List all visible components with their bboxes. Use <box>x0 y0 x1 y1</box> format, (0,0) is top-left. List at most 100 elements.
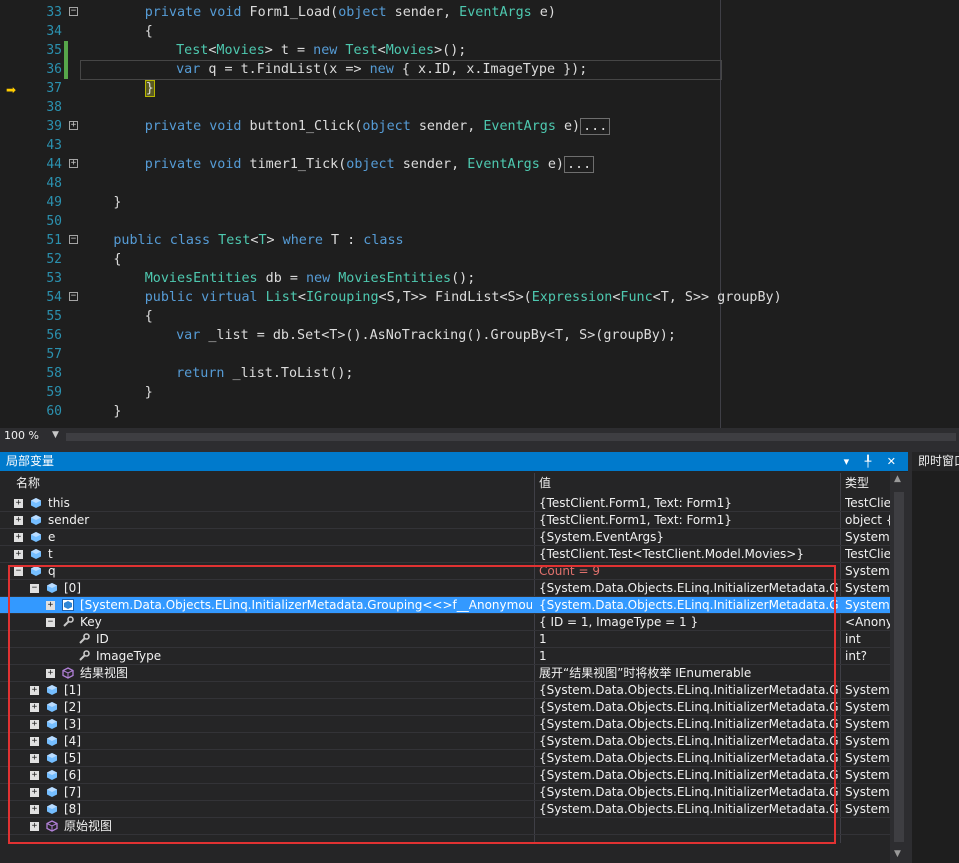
variable-value[interactable]: {TestClient.Test<TestClient.Model.Movies… <box>539 546 839 563</box>
expand-icon[interactable]: + <box>69 159 78 168</box>
variable-value[interactable]: {System.Data.Objects.ELinq.InitializerMe… <box>539 716 839 733</box>
locals-row[interactable]: + 结果视图 展开“结果视图”时将枚举 IEnumerable <box>0 665 890 682</box>
immediate-window-body[interactable] <box>912 471 959 863</box>
variable-value[interactable]: {TestClient.Form1, Text: Form1} <box>539 512 839 529</box>
code-line[interactable]: 50 <box>0 212 959 231</box>
code-line[interactable]: 59} <box>0 383 959 402</box>
expand-icon[interactable]: + <box>46 669 55 678</box>
locals-row[interactable]: ImageType 1 int? <box>0 648 890 665</box>
code-line[interactable]: 38 <box>0 98 959 117</box>
horizontal-scrollbar[interactable] <box>66 433 956 441</box>
code-line[interactable]: 35 Test<Movies> t = new Test<Movies>(); <box>0 41 959 60</box>
locals-row[interactable]: + [8] {System.Data.Objects.ELinq.Initializ… <box>0 801 890 818</box>
code-line[interactable]: 37} <box>0 79 959 98</box>
variable-value[interactable]: 1 <box>539 648 839 665</box>
code-line[interactable]: 55 { <box>0 307 959 326</box>
scroll-down-icon[interactable]: ▼ <box>894 849 901 859</box>
expand-icon[interactable]: + <box>14 533 23 542</box>
collapse-icon[interactable]: − <box>14 567 23 576</box>
expand-icon[interactable]: + <box>30 771 39 780</box>
expand-icon[interactable]: + <box>30 720 39 729</box>
window-buttons[interactable]: ▾ ╀ ✕ <box>844 452 902 471</box>
expand-icon[interactable]: + <box>30 754 39 763</box>
code-line[interactable]: 57 <box>0 345 959 364</box>
code-line[interactable]: 33− private void Form1_Load(object sender… <box>0 3 959 22</box>
zoom-level[interactable]: 100 % <box>4 429 39 442</box>
name-column-header[interactable]: 名称 <box>16 473 40 493</box>
locals-row[interactable]: + t {TestClient.Test<TestClient.Model.Movi… <box>0 546 890 563</box>
expand-icon[interactable]: + <box>30 805 39 814</box>
code-line[interactable]: 34 { <box>0 22 959 41</box>
locals-row[interactable]: + this {TestClient.Form1, Text: Form1} Test… <box>0 495 890 512</box>
locals-row[interactable]: + [5] {System.Data.Objects.ELinq.Initializ… <box>0 750 890 767</box>
locals-title-bar[interactable]: 局部变量 ▾ ╀ ✕ <box>0 452 908 471</box>
code-line[interactable]: 39 + private void button1_Click(object sen… <box>0 117 959 136</box>
locals-row[interactable]: + [4] {System.Data.Objects.ELinq.Initializ… <box>0 733 890 750</box>
expand-icon[interactable]: + <box>30 737 39 746</box>
variable-value[interactable]: {System.Data.Objects.ELinq.InitializerMe… <box>539 784 839 801</box>
code-line[interactable]: 60} <box>0 402 959 421</box>
locals-row[interactable]: − q Count = 9 System.Collections <box>0 563 890 580</box>
locals-row[interactable]: ID 1 int <box>0 631 890 648</box>
code-line[interactable]: 49} <box>0 193 959 212</box>
code-line[interactable]: 58 return _list.ToList(); <box>0 364 959 383</box>
code-line[interactable]: 51− public class Test<T> where T : class <box>0 231 959 250</box>
variable-value[interactable]: {System.Data.Objects.ELinq.InitializerMe… <box>539 750 839 767</box>
chevron-down-icon[interactable]: ▼ <box>52 430 59 440</box>
locals-row[interactable]: + [7] {System.Data.Objects.ELinq.Initializ… <box>0 784 890 801</box>
variable-value[interactable]: {System.Data.Objects.ELinq.InitializerMe… <box>539 682 839 699</box>
collapse-icon[interactable]: − <box>30 584 39 593</box>
locals-row[interactable]: + [System.Data.Objects.ELinq.InitializerM… <box>0 597 890 614</box>
type-column-header[interactable]: 类型 <box>845 473 869 493</box>
code-line[interactable]: 36 var q = t.FindList(x => new { x.ID, x.… <box>0 60 959 79</box>
immediate-window-title[interactable]: 即时窗口 <box>918 452 959 471</box>
locals-row[interactable]: + [1] {System.Data.Objects.ELinq.Initializ… <box>0 682 890 699</box>
expand-icon[interactable]: + <box>14 499 23 508</box>
expand-icon[interactable]: + <box>14 516 23 525</box>
code-line[interactable]: 52 { <box>0 250 959 269</box>
value-column-header[interactable]: 值 <box>539 473 551 493</box>
expand-icon[interactable]: + <box>30 788 39 797</box>
collapsed-region-button[interactable]: ... <box>563 156 595 173</box>
locals-row[interactable]: + e {System.EventArgs} System.EventArgs <box>0 529 890 546</box>
vertical-scrollbar[interactable]: ▲ ▼ <box>890 472 908 863</box>
expand-icon[interactable]: + <box>46 601 55 610</box>
variable-value[interactable]: { ID = 1, ImageType = 1 } <box>539 614 839 631</box>
variable-value[interactable]: {System.Data.Objects.ELinq.InitializerMe… <box>539 801 839 818</box>
locals-row[interactable]: − Key { ID = 1, ImageType = 1 } <Anonymous … <box>0 614 890 631</box>
variable-value[interactable]: {System.Data.Objects.ELinq.InitializerMe… <box>539 699 839 716</box>
locals-row[interactable]: + [6] {System.Data.Objects.ELinq.Initializ… <box>0 767 890 784</box>
expand-icon[interactable]: + <box>30 822 39 831</box>
locals-row[interactable]: + [2] {System.Data.Objects.ELinq.Initializ… <box>0 699 890 716</box>
variable-value[interactable]: {System.Data.Objects.ELinq.InitializerMe… <box>539 597 839 614</box>
code-line[interactable]: 43 <box>0 136 959 155</box>
code-line[interactable]: 54− public virtual List<IGrouping<S,T>> F… <box>0 288 959 307</box>
code-line[interactable]: 53 MoviesEntities db = new MoviesEntities… <box>0 269 959 288</box>
variable-value[interactable]: {System.Data.Objects.ELinq.InitializerMe… <box>539 580 839 597</box>
scrollbar-thumb[interactable] <box>894 492 904 842</box>
code-editor[interactable]: ➡ 33− private void Form1_Load(object send… <box>0 0 959 428</box>
variable-value[interactable]: 1 <box>539 631 839 648</box>
scroll-up-icon[interactable]: ▲ <box>894 474 901 484</box>
collapse-icon[interactable]: − <box>46 618 55 627</box>
expand-icon[interactable]: + <box>14 550 23 559</box>
code-line[interactable]: 48 <box>0 174 959 193</box>
locals-row[interactable]: + 原始视图 <box>0 818 890 835</box>
collapse-icon[interactable]: − <box>69 292 78 301</box>
variable-value[interactable]: {System.Data.Objects.ELinq.InitializerMe… <box>539 733 839 750</box>
variable-value[interactable]: Count = 9 <box>539 563 839 580</box>
code-line[interactable]: 56 var _list = db.Set<T>().AsNoTracking()… <box>0 326 959 345</box>
locals-row[interactable]: − [0] {System.Data.Objects.ELinq.Initializ… <box>0 580 890 597</box>
expand-icon[interactable]: + <box>30 703 39 712</box>
collapse-icon[interactable]: − <box>69 235 78 244</box>
locals-row[interactable]: + sender {TestClient.Form1, Text: Form1} ob… <box>0 512 890 529</box>
variable-value[interactable]: {System.EventArgs} <box>539 529 839 546</box>
collapse-icon[interactable]: − <box>69 7 78 16</box>
code-line[interactable]: 44 + private void timer1_Tick(object sende… <box>0 155 959 174</box>
expand-icon[interactable]: + <box>30 686 39 695</box>
expand-icon[interactable]: + <box>69 121 78 130</box>
variable-value[interactable]: {System.Data.Objects.ELinq.InitializerMe… <box>539 767 839 784</box>
variable-value[interactable]: {TestClient.Form1, Text: Form1} <box>539 495 839 512</box>
variable-value[interactable]: 展开“结果视图”时将枚举 IEnumerable <box>539 665 839 682</box>
collapsed-region-button[interactable]: ... <box>580 118 611 135</box>
